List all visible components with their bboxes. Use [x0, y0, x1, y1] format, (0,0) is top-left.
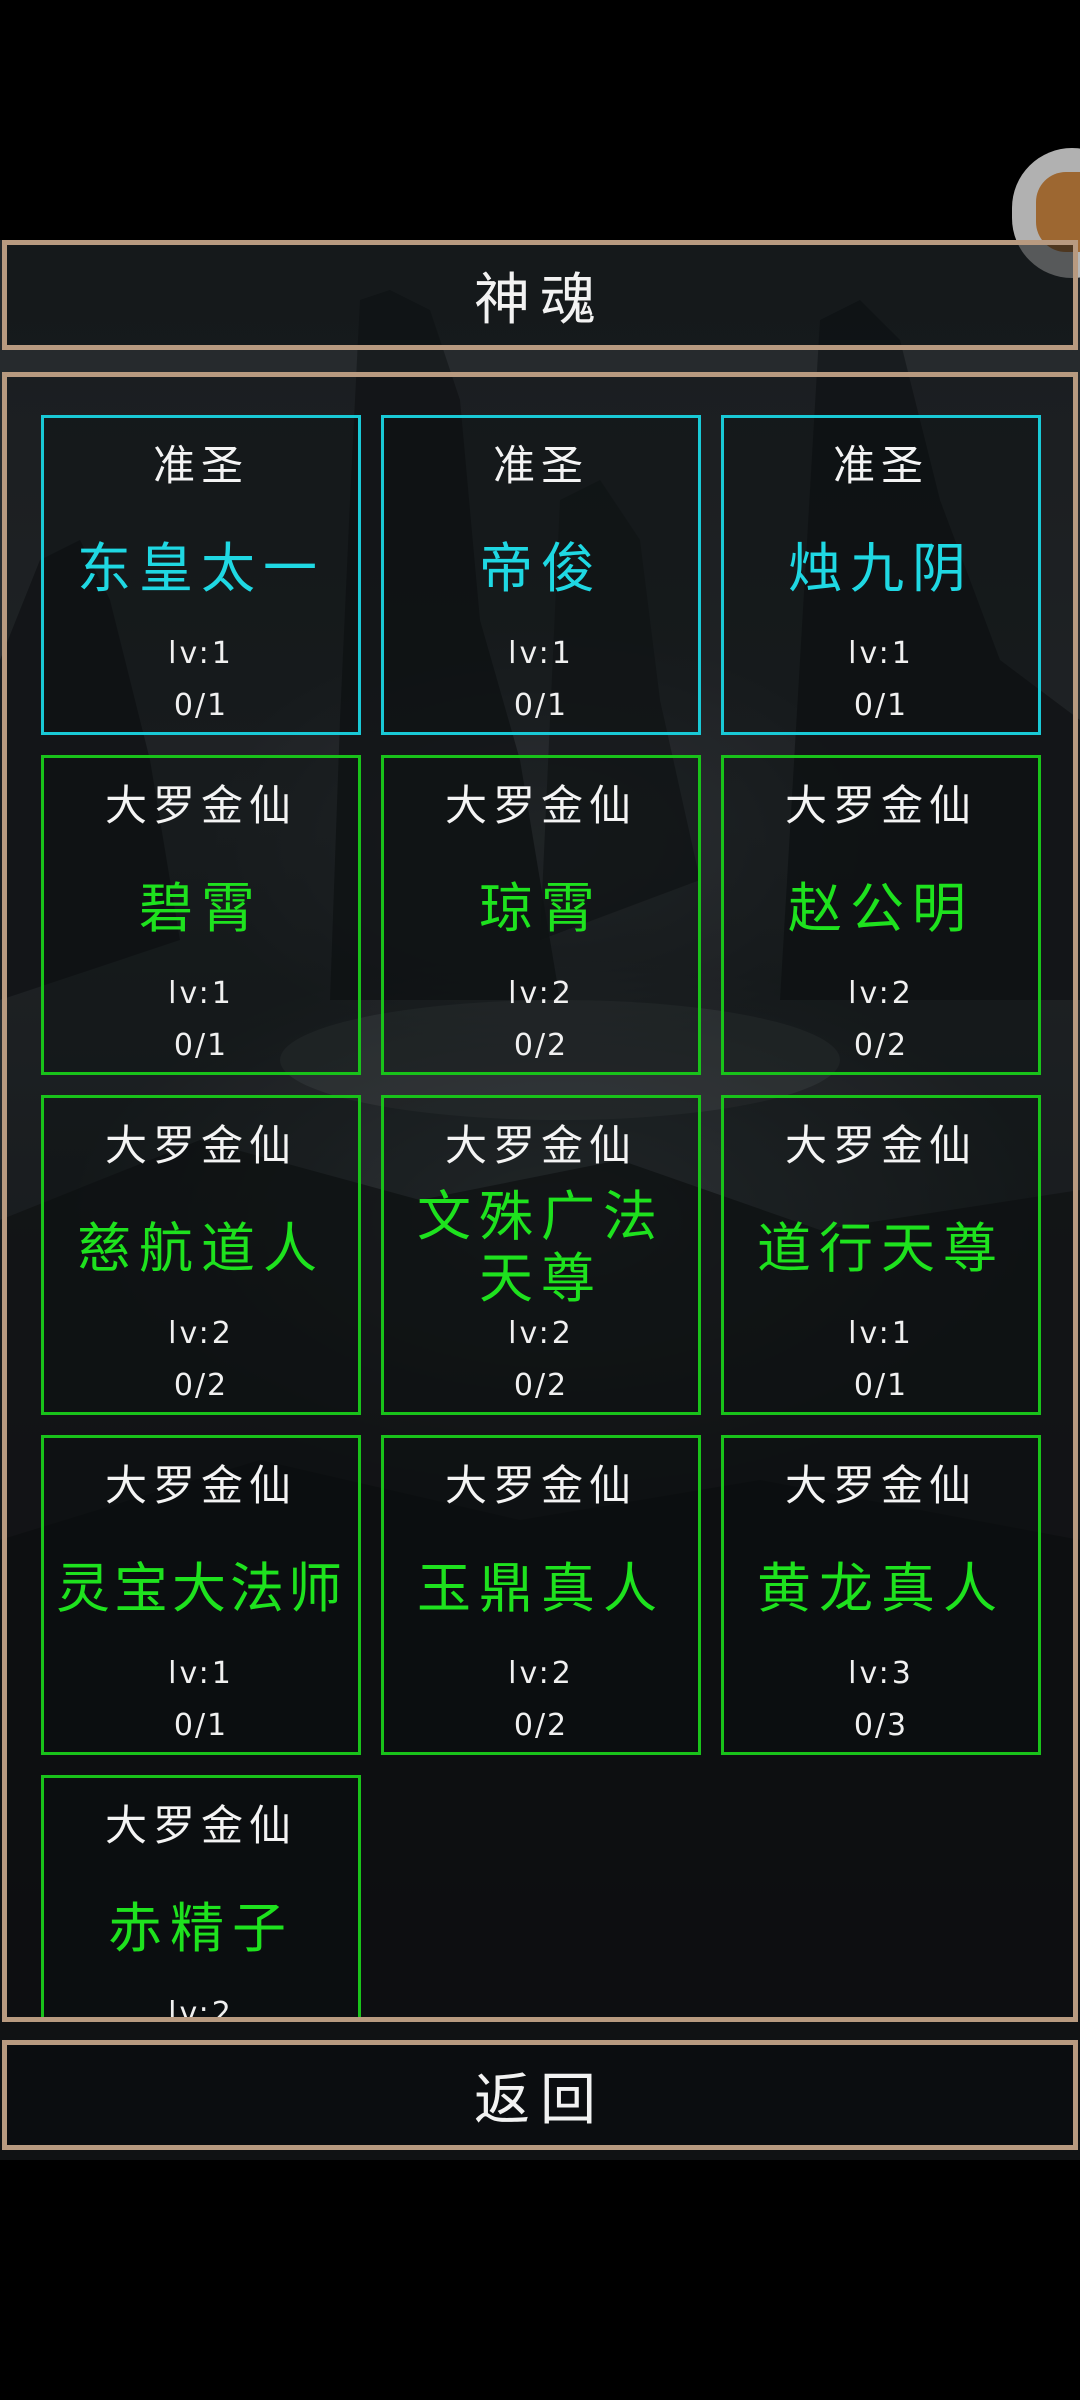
card-name: 琼霄 — [479, 877, 603, 940]
soul-card[interactable]: 大罗金仙 琼霄 lv:2 0/2 — [381, 755, 701, 1075]
card-level: lv:3 — [848, 1656, 914, 1691]
back-button-label: 返回 — [474, 2067, 606, 2133]
card-count: 0/1 — [853, 1368, 909, 1403]
card-rank: 大罗金仙 — [104, 781, 297, 830]
soul-card[interactable]: 准圣 烛九阴 lv:1 0/1 — [721, 415, 1041, 735]
card-level: lv:1 — [168, 976, 234, 1011]
card-rank: 大罗金仙 — [444, 781, 637, 830]
card-count: 0/3 — [853, 1708, 909, 1743]
card-count: 0/1 — [173, 1708, 229, 1743]
screen: 神魂 准圣 东皇太一 lv:1 0/1 准圣 帝俊 lv:1 0/1 准圣 烛九… — [0, 0, 1080, 2400]
card-name: 东皇太一 — [77, 537, 325, 600]
card-count: 0/1 — [853, 688, 909, 723]
card-rank: 准圣 — [152, 441, 249, 490]
soul-card[interactable]: 大罗金仙 慈航道人 lv:2 0/2 — [41, 1095, 361, 1415]
card-rank: 大罗金仙 — [104, 1461, 297, 1510]
card-level: lv:2 — [168, 1316, 234, 1351]
card-level: lv:1 — [508, 636, 574, 671]
card-rank: 大罗金仙 — [104, 1801, 297, 1850]
soul-card-grid: 准圣 东皇太一 lv:1 0/1 准圣 帝俊 lv:1 0/1 准圣 烛九阴 l… — [41, 415, 1049, 2022]
soul-card[interactable]: 准圣 东皇太一 lv:1 0/1 — [41, 415, 361, 735]
card-rank: 大罗金仙 — [444, 1461, 637, 1510]
card-count: 0/2 — [513, 1368, 569, 1403]
card-name: 赤精子 — [108, 1897, 294, 1960]
card-name: 道行天尊 — [757, 1217, 1005, 1280]
card-count: 0/1 — [173, 688, 229, 723]
back-button[interactable]: 返回 — [2, 2040, 1078, 2150]
card-count: 0/2 — [513, 1028, 569, 1063]
soul-card[interactable]: 大罗金仙 赤精子 lv:2 — [41, 1775, 361, 2022]
card-count: 0/1 — [173, 1028, 229, 1063]
card-name: 烛九阴 — [788, 537, 974, 600]
card-count: 0/1 — [513, 688, 569, 723]
soul-card[interactable]: 大罗金仙 碧霄 lv:1 0/1 — [41, 755, 361, 1075]
card-name: 帝俊 — [479, 537, 603, 600]
card-rank: 准圣 — [832, 441, 929, 490]
soul-card[interactable]: 大罗金仙 道行天尊 lv:1 0/1 — [721, 1095, 1041, 1415]
title-bar: 神魂 — [2, 240, 1078, 350]
soul-list-panel[interactable]: 准圣 东皇太一 lv:1 0/1 准圣 帝俊 lv:1 0/1 准圣 烛九阴 l… — [2, 372, 1078, 2022]
card-name: 文殊广法天尊 — [417, 1185, 665, 1310]
card-level: lv:1 — [848, 636, 914, 671]
card-name: 碧霄 — [139, 877, 263, 940]
soul-card[interactable]: 大罗金仙 黄龙真人 lv:3 0/3 — [721, 1435, 1041, 1755]
soul-card[interactable]: 准圣 帝俊 lv:1 0/1 — [381, 415, 701, 735]
card-count: 0/2 — [853, 1028, 909, 1063]
card-count: 0/2 — [173, 1368, 229, 1403]
card-level: lv:1 — [168, 636, 234, 671]
card-name: 灵宝大法师 — [56, 1557, 346, 1620]
card-name: 慈航道人 — [77, 1217, 325, 1280]
card-level: lv:2 — [168, 1996, 234, 2022]
card-level: lv:2 — [848, 976, 914, 1011]
card-count: 0/2 — [513, 1708, 569, 1743]
card-level: lv:2 — [508, 1656, 574, 1691]
card-rank: 大罗金仙 — [444, 1121, 637, 1170]
soul-card[interactable]: 大罗金仙 文殊广法天尊 lv:2 0/2 — [381, 1095, 701, 1415]
card-rank: 大罗金仙 — [104, 1121, 297, 1170]
soul-card[interactable]: 大罗金仙 灵宝大法师 lv:1 0/1 — [41, 1435, 361, 1755]
card-level: lv:2 — [508, 976, 574, 1011]
soul-card[interactable]: 大罗金仙 赵公明 lv:2 0/2 — [721, 755, 1041, 1075]
soul-card[interactable]: 大罗金仙 玉鼎真人 lv:2 0/2 — [381, 1435, 701, 1755]
card-rank: 大罗金仙 — [784, 1461, 977, 1510]
card-level: lv:1 — [848, 1316, 914, 1351]
card-name: 黄龙真人 — [757, 1557, 1005, 1620]
card-rank: 大罗金仙 — [784, 781, 977, 830]
card-rank: 大罗金仙 — [784, 1121, 977, 1170]
card-level: lv:2 — [508, 1316, 574, 1351]
card-level: lv:1 — [168, 1656, 234, 1691]
card-name: 赵公明 — [788, 877, 974, 940]
card-rank: 准圣 — [492, 441, 589, 490]
page-title: 神魂 — [474, 267, 606, 333]
card-name: 玉鼎真人 — [417, 1557, 665, 1620]
